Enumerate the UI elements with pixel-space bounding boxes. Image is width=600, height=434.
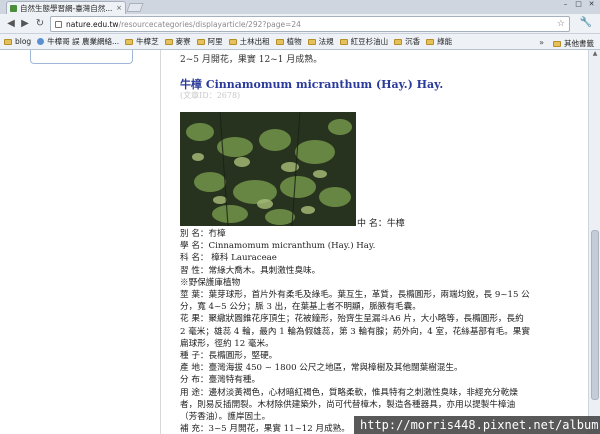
tab-title: 自然生態學習網-臺灣自然... xyxy=(20,3,113,13)
wrench-icon[interactable]: 🔧 xyxy=(580,17,592,28)
bookmark-item[interactable]: 牛樟芝 xyxy=(125,36,159,47)
bookmark-item[interactable]: 阿里 xyxy=(196,36,223,47)
bookmark-label: 牛樟芝 xyxy=(136,37,159,46)
address-bar[interactable]: nature.edu.tw /resourcecategories/displa… xyxy=(50,16,570,32)
scroll-up-icon[interactable]: ▲ xyxy=(589,50,600,60)
url-host: nature.edu.tw xyxy=(66,19,119,29)
scrollbar-thumb[interactable] xyxy=(591,230,599,400)
reload-icon[interactable]: ↻ xyxy=(33,17,47,31)
minimize-icon[interactable]: – xyxy=(560,0,571,9)
article-line: 2 毫米；雄蕊 4 輪，最內 1 輪為假雄蕊，第 3 輪有腺；葯外向，4 室，花… xyxy=(180,326,530,337)
window-close-icon[interactable]: ✕ xyxy=(586,0,597,9)
sidebar-box xyxy=(30,50,133,64)
folder-icon xyxy=(339,38,348,45)
article-line: 習 性：常綠大喬木。具刺激性臭味。 xyxy=(180,265,321,276)
page-icon xyxy=(55,20,62,28)
bookmark-label: 阿里 xyxy=(207,37,223,46)
leaf-icon xyxy=(10,4,17,12)
folder-icon xyxy=(196,38,205,45)
article-line: 種 子：長橢圓形，堅硬。 xyxy=(180,351,278,362)
plant-photo xyxy=(180,112,356,226)
star-icon[interactable]: ☆ xyxy=(557,19,565,29)
bookmark-label: 麥寮 xyxy=(175,37,191,46)
previous-entry-text: 2~5 月開花，果實 12~1 月成熟。 xyxy=(180,55,323,65)
folder-icon xyxy=(164,38,173,45)
folder-icon xyxy=(4,38,12,45)
browser-chrome: 自然生態學習網-臺灣自然... × – □ ✕ ◀ ▶ ↻ nature.edu… xyxy=(0,0,600,50)
folder-icon xyxy=(125,38,134,45)
bookmark-item[interactable]: 法規 xyxy=(307,36,334,47)
bookmark-item[interactable]: 紅豆杉油山 xyxy=(339,36,389,47)
folder-icon xyxy=(307,38,316,45)
bookmark-label: 植物 xyxy=(286,37,302,46)
folder-icon xyxy=(426,38,435,45)
forward-arrow-icon[interactable]: ▶ xyxy=(18,17,32,31)
maximize-icon[interactable]: □ xyxy=(573,0,584,9)
folder-icon xyxy=(275,38,284,45)
bookmark-item[interactable]: blog xyxy=(4,37,31,46)
article-id: (文章ID：2678) xyxy=(180,91,241,100)
article-line: 分，寬 4~5 公分；脈 3 出，在葉基上者不明顯，脈腋有毛囊。 xyxy=(180,302,421,313)
bookmark-item[interactable]: 綠能 xyxy=(426,36,452,47)
new-tab-button[interactable] xyxy=(126,3,144,12)
bookmarks-bar: blog 牛樟哥 誤 農業網絡... 牛樟芝 麥寮 阿里 土林出租 植物 法規 紅豆杉油山 沉香 綠… xyxy=(0,34,600,50)
url-path: /resourcecategories/displayarticle/292?p… xyxy=(118,19,301,29)
bookmark-label: 紅豆杉油山 xyxy=(350,37,389,46)
bookmark-label: 沉香 xyxy=(405,37,421,46)
tab-strip: 自然生態學習網-臺灣自然... × – □ ✕ xyxy=(0,0,600,14)
folder-icon xyxy=(553,40,561,47)
article-line: 者，則易反插開裂。木材除供建築外，尚可代替樟木，製造各種器具，亦用以提製牛樟油 xyxy=(180,399,516,410)
other-bookmarks[interactable]: 其他書籤 xyxy=(553,38,594,49)
bookmark-label: 土林出租 xyxy=(239,37,270,46)
bookmark-item[interactable]: 牛樟哥 誤 農業網絡... xyxy=(37,36,119,47)
bookmark-item[interactable]: 沉香 xyxy=(394,36,420,47)
column-divider xyxy=(160,50,161,434)
bookmark-item[interactable]: 麥寮 xyxy=(164,36,191,47)
bookmark-label: 法規 xyxy=(318,37,334,46)
article-line: 莖 葉：葉芽球形，首片外有柔毛及綠毛。葉互生，革質，長橢圓形，兩端均銳，長 9~… xyxy=(180,290,530,301)
tab-nature[interactable]: 自然生態學習網-臺灣自然... × xyxy=(6,1,126,14)
bookmark-label: 綠能 xyxy=(437,37,453,46)
close-icon[interactable]: × xyxy=(116,4,122,12)
vertical-scrollbar[interactable]: ▲ ▼ xyxy=(588,50,600,434)
globe-icon xyxy=(37,38,45,45)
article-line: 產 地：臺灣海拔 450 ~ 1800 公尺之地區，常與樟樹及其他闊葉樹混生。 xyxy=(180,363,463,374)
article-line: 科 名： 樟科 Lauraceae xyxy=(180,253,277,264)
page-viewport: 2~5 月開花，果實 12~1 月成熟。 牛樟 Cinnamomum micra… xyxy=(0,50,588,434)
article-line: 用 途：邊材淡黃褐色，心材暗紅褐色，質略柔軟，惟具特有之刺激性臭味，非經充分乾燥 xyxy=(180,387,518,398)
folder-icon xyxy=(394,38,403,45)
folder-icon xyxy=(228,38,237,45)
bookmark-item[interactable]: 土林出租 xyxy=(228,36,270,47)
article-line: 分 布：臺灣特有種。 xyxy=(180,375,261,386)
bookmark-label: blog xyxy=(15,37,32,46)
window-controls: – □ ✕ xyxy=(560,0,597,9)
back-arrow-icon[interactable]: ◀ xyxy=(4,17,18,31)
article-line: 別 名：冇樟 xyxy=(180,229,226,239)
article-line: 學 名：Cinnamomum micranthum (Hay.) Hay. xyxy=(180,241,376,252)
other-bookmarks-label: 其他書籤 xyxy=(564,39,594,48)
article-line: 花 果：聚繖狀圓錐花序頂生；花被鐘形，殆齊生呈漏斗A6 片，大小略等，長橢圓形，… xyxy=(180,314,524,325)
article-line: 扁球形，徑約 12 毫米。 xyxy=(180,338,274,349)
bookmarks-more-button[interactable]: » xyxy=(539,38,544,47)
article-line: ※野保護庫植物 xyxy=(180,277,241,288)
toolbar: ◀ ▶ ↻ nature.edu.tw /resourcecategories/… xyxy=(0,14,600,34)
bookmark-item[interactable]: 植物 xyxy=(275,36,302,47)
watermark-url: http://morris448.pixnet.net/album xyxy=(354,416,600,434)
bookmark-label: 牛樟哥 誤 農業網絡... xyxy=(47,37,120,46)
article-body: 別 名：冇樟學 名：Cinnamomum micranthum (Hay.) H… xyxy=(180,228,585,434)
